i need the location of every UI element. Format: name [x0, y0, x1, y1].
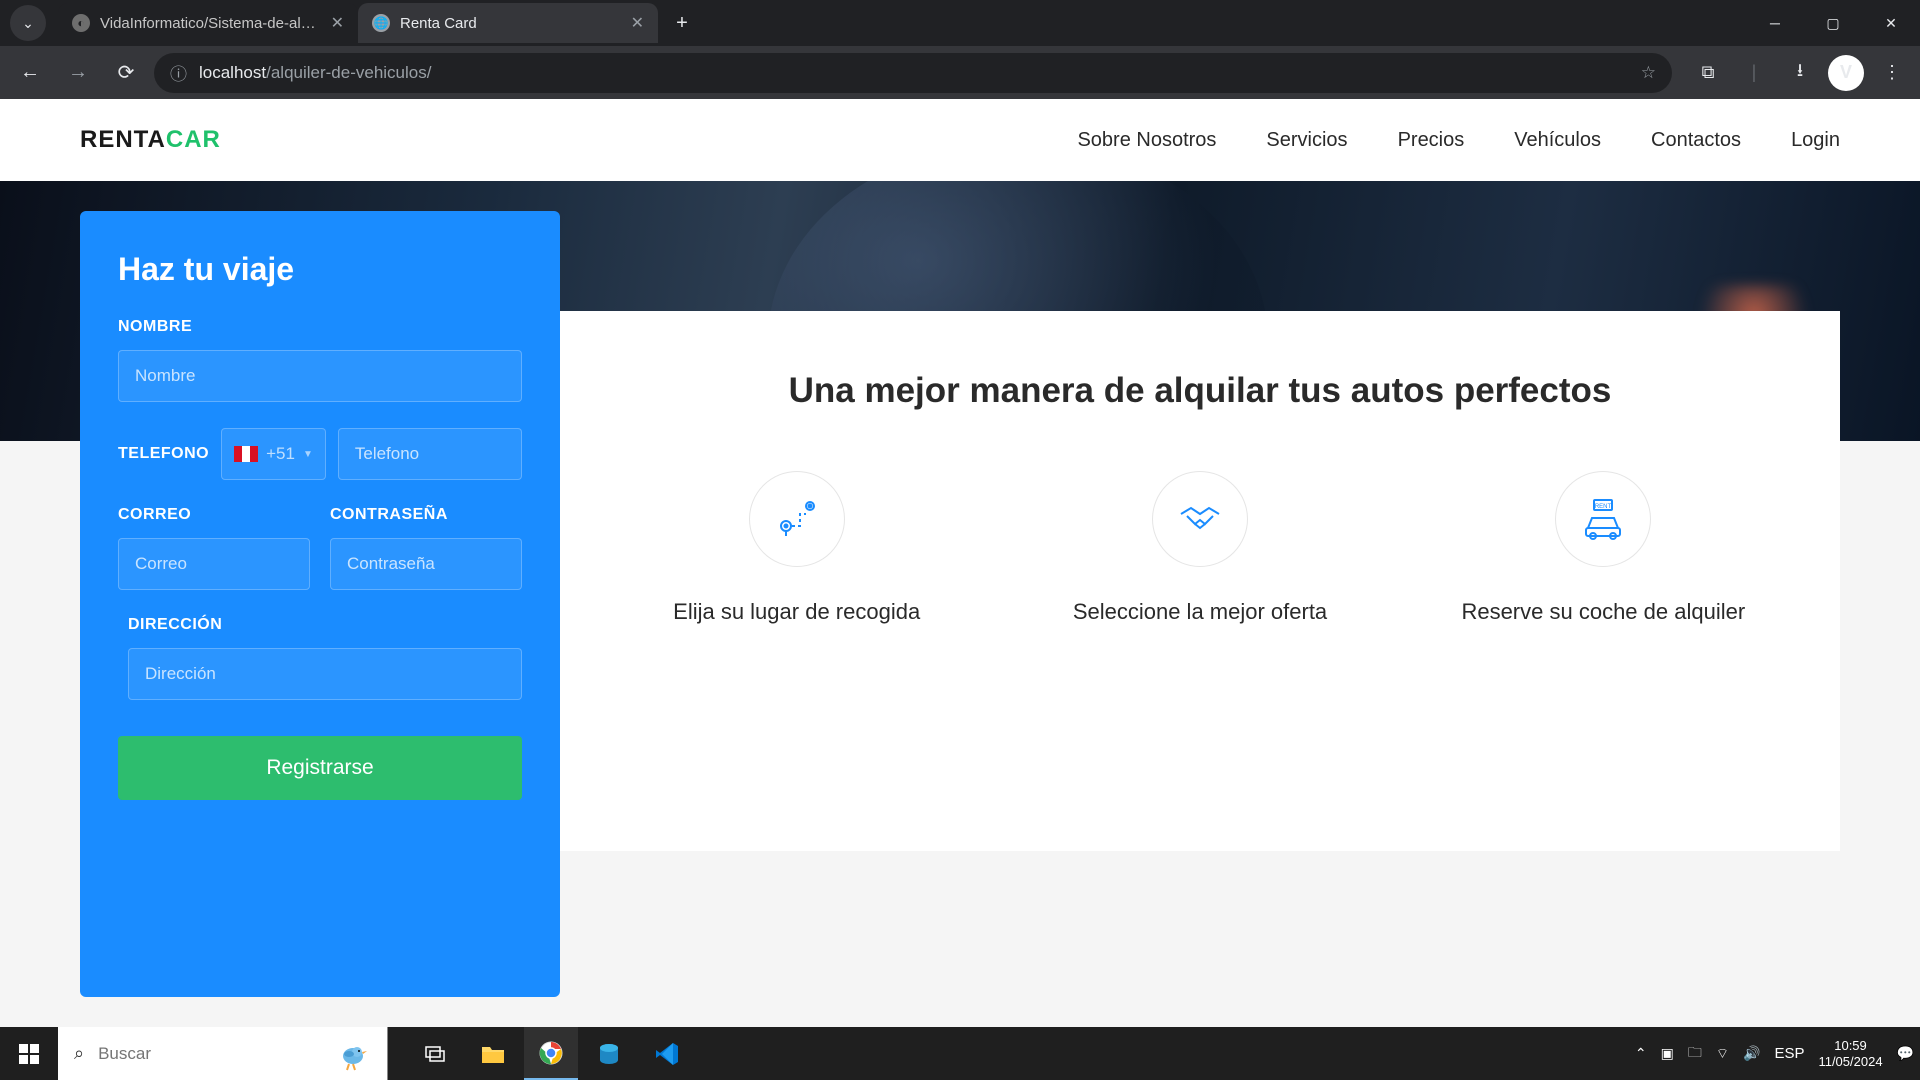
site-logo[interactable]: RENTACAR: [80, 126, 221, 154]
taskbar-search-input[interactable]: [98, 1027, 319, 1080]
tabs-dropdown[interactable]: ⌄: [10, 5, 46, 41]
handshake-icon: [1152, 471, 1248, 567]
address-bar[interactable]: ⓘ localhost/alquiler-de-vehiculos/ ☆: [154, 53, 1672, 93]
maximize-button[interactable]: ▢: [1804, 0, 1862, 46]
country-code-select[interactable]: +51 ▼: [221, 428, 326, 480]
close-icon[interactable]: ✕: [631, 13, 644, 33]
email-input[interactable]: [118, 538, 310, 590]
feature-pickup: Elija su lugar de recogida: [610, 471, 983, 628]
page-viewport: RENTACAR Sobre Nosotros Servicios Precio…: [0, 99, 1920, 1027]
site-header: RENTACAR Sobre Nosotros Servicios Precio…: [0, 99, 1920, 181]
time-text: 10:59: [1818, 1038, 1882, 1054]
back-button[interactable]: ←: [10, 53, 50, 93]
browser-chrome: ⌄ ◐ VidaInformatico/Sistema-de-al… ✕ 🌐 R…: [0, 0, 1920, 99]
window-controls: ─ ▢ ✕: [1746, 0, 1920, 46]
name-label: NOMBRE: [118, 318, 522, 336]
trip-form: Haz tu viaje NOMBRE TELEFONO +51 ▼: [80, 211, 560, 997]
chevron-down-icon: ▼: [303, 449, 313, 460]
tab-item-2[interactable]: 🌐 Renta Card ✕: [358, 3, 658, 43]
nav-services[interactable]: Servicios: [1266, 129, 1347, 152]
main-nav: Sobre Nosotros Servicios Precios Vehícul…: [1077, 129, 1840, 152]
register-button[interactable]: Registrarse: [118, 736, 522, 800]
hero-section: Haz tu viaje NOMBRE TELEFONO +51 ▼: [0, 181, 1920, 1027]
onedrive-icon[interactable]: ▣: [1661, 1045, 1674, 1062]
vscode-button[interactable]: [640, 1027, 694, 1080]
phone-label: TELEFONO: [118, 445, 209, 463]
feature-offer: Seleccione la mejor oferta: [1013, 471, 1386, 628]
task-view-button[interactable]: [408, 1027, 462, 1080]
battery-icon[interactable]: 🗀: [1688, 1042, 1702, 1066]
peru-flag-icon: [234, 446, 258, 462]
start-button[interactable]: [0, 1027, 58, 1080]
address-input[interactable]: [128, 648, 522, 700]
close-window-button[interactable]: ✕: [1862, 0, 1920, 46]
chevron-down-icon: ⌄: [22, 15, 34, 32]
name-input[interactable]: [118, 350, 522, 402]
phone-input[interactable]: [338, 428, 522, 480]
profile-button[interactable]: V: [1828, 55, 1864, 91]
feature-title: Elija su lugar de recogida: [610, 597, 983, 628]
downloads-icon[interactable]: ⭳: [1782, 55, 1818, 91]
search-icon: ⌕: [74, 1043, 84, 1064]
password-input[interactable]: [330, 538, 522, 590]
map-pin-route-icon: [749, 471, 845, 567]
nav-login[interactable]: Login: [1791, 129, 1840, 152]
github-icon: ◐: [72, 14, 90, 32]
language-indicator[interactable]: ESP: [1774, 1045, 1804, 1062]
nav-about[interactable]: Sobre Nosotros: [1077, 129, 1216, 152]
feature-title: Seleccione la mejor oferta: [1013, 597, 1386, 628]
extensions-icon[interactable]: ⧉: [1690, 55, 1726, 91]
toolbar-icons: ⧉ | ⭳ V ⋮: [1690, 55, 1910, 91]
site-info-icon[interactable]: ⓘ: [170, 60, 187, 85]
wifi-icon[interactable]: ⌔: [1716, 1045, 1729, 1063]
dial-code: +51: [266, 444, 295, 464]
nav-contacts[interactable]: Contactos: [1651, 129, 1741, 152]
minimize-button[interactable]: ─: [1746, 0, 1804, 46]
file-explorer-button[interactable]: [466, 1027, 520, 1080]
nav-prices[interactable]: Precios: [1398, 129, 1465, 152]
features-row: Elija su lugar de recogida Seleccione la…: [610, 471, 1790, 628]
menu-icon[interactable]: ⋮: [1874, 55, 1910, 91]
close-icon[interactable]: ✕: [331, 13, 344, 33]
bird-illustration-icon: [333, 1030, 373, 1078]
form-title: Haz tu viaje: [118, 251, 522, 288]
password-label: CONTRASEÑA: [330, 506, 522, 524]
notifications-icon[interactable]: 💬: [1897, 1045, 1914, 1062]
svg-text:RENT: RENT: [1595, 504, 1612, 510]
tab-bar: ⌄ ◐ VidaInformatico/Sistema-de-al… ✕ 🌐 R…: [0, 0, 1920, 46]
windows-icon: [19, 1044, 39, 1064]
reload-button[interactable]: ⟳: [106, 53, 146, 93]
email-label: CORREO: [118, 506, 310, 524]
info-panel: Una mejor manera de alquilar tus autos p…: [560, 311, 1840, 851]
rent-car-icon: RENT: [1555, 471, 1651, 567]
new-tab-button[interactable]: +: [666, 7, 698, 39]
windows-taskbar: ⌕ ⌃ ▣ 🗀 ⌔ 🔊 ESP 10:59 11/05/2024 💬: [0, 1027, 1920, 1080]
address-label: DIRECCIÓN: [128, 616, 522, 634]
tab-item-1[interactable]: ◐ VidaInformatico/Sistema-de-al… ✕: [58, 3, 358, 43]
database-app-button[interactable]: [582, 1027, 636, 1080]
nav-bar: ← → ⟳ ⓘ localhost/alquiler-de-vehiculos/…: [0, 46, 1920, 99]
feature-reserve: RENT Reserve su coche de alquiler: [1417, 471, 1790, 628]
feature-title: Reserve su coche de alquiler: [1417, 597, 1790, 628]
bookmark-star-icon[interactable]: ☆: [1641, 63, 1656, 83]
chrome-button[interactable]: [524, 1027, 578, 1080]
taskbar-search[interactable]: ⌕: [58, 1027, 388, 1080]
tray-chevron-up-icon[interactable]: ⌃: [1635, 1045, 1647, 1062]
globe-icon: 🌐: [372, 14, 390, 32]
forward-button[interactable]: →: [58, 53, 98, 93]
tab-title: Renta Card: [400, 15, 621, 32]
tab-title: VidaInformatico/Sistema-de-al…: [100, 15, 321, 32]
clock[interactable]: 10:59 11/05/2024: [1818, 1038, 1882, 1069]
date-text: 11/05/2024: [1818, 1054, 1882, 1070]
system-tray: ⌃ ▣ 🗀 ⌔ 🔊 ESP 10:59 11/05/2024 💬: [1635, 1027, 1920, 1080]
volume-icon[interactable]: 🔊: [1743, 1045, 1760, 1062]
url-text: localhost/alquiler-de-vehiculos/: [199, 63, 431, 83]
info-heading: Una mejor manera de alquilar tus autos p…: [610, 371, 1790, 411]
nav-vehicles[interactable]: Vehículos: [1514, 129, 1601, 152]
